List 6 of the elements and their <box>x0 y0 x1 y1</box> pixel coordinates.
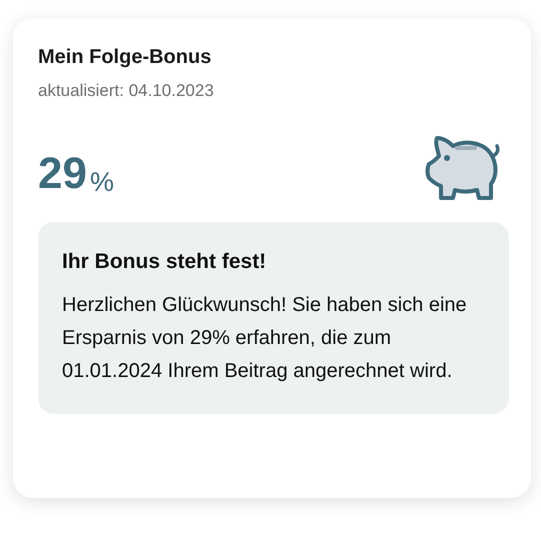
updated-date: aktualisiert: 04.10.2023 <box>38 80 215 102</box>
card-title: Mein Folge-Bonus <box>38 45 212 70</box>
percent-sign: % <box>90 168 114 196</box>
bonus-percentage: 29 <box>38 152 87 196</box>
notice-text: Herzlichen Glückwunsch! Sie haben sich eine Ersparnis von 29% erfahren, die zum 01.01.2024 Ihrem Beitrag angerechnet wird. <box>62 293 468 384</box>
notice-heading: Ihr Bonus steht fest! <box>62 248 268 274</box>
